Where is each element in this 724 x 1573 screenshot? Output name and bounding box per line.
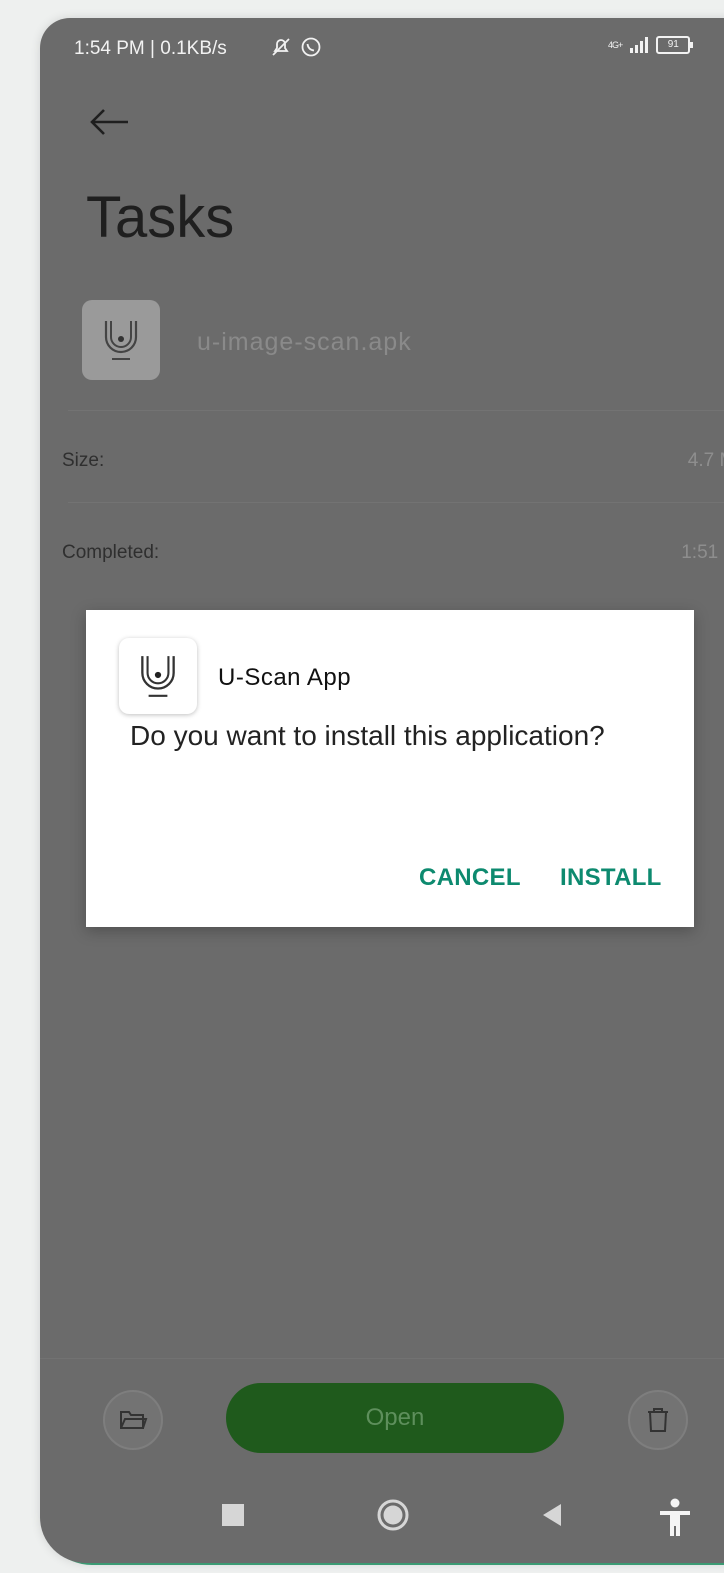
bottom-divider (40, 1358, 724, 1359)
page-title: Tasks (86, 185, 235, 250)
back-button[interactable] (86, 100, 134, 148)
arrow-left-icon (90, 109, 128, 135)
u-image-logo-icon (141, 656, 175, 697)
delete-button[interactable] (628, 1390, 688, 1450)
folder-icon (120, 1411, 148, 1429)
triangle-left-icon (543, 1504, 561, 1526)
whatsapp-icon (301, 37, 321, 57)
status-time: 1:54 PM | 0.1KB/s (74, 38, 227, 59)
dialog-message: Do you want to install this application? (130, 720, 605, 751)
nav-back-button[interactable] (540, 1502, 564, 1533)
size-label: Size: (62, 450, 105, 471)
app-tile (82, 300, 160, 380)
size-value: 4.7 MB (687, 450, 724, 471)
completed-value: 1:51 PM (681, 542, 724, 563)
file-name: u-image-scan.apk (197, 328, 412, 356)
home-button[interactable] (376, 1498, 410, 1537)
accessibility-icon (660, 1498, 690, 1536)
battery-icon: 91 (656, 36, 694, 54)
dialog-app-icon (119, 638, 197, 714)
install-button[interactable]: INSTALL (560, 864, 662, 892)
u-image-logo-icon (104, 321, 138, 360)
status-notification-icons (270, 36, 322, 58)
accessibility-button[interactable] (658, 1498, 692, 1543)
open-folder-button[interactable] (103, 1390, 163, 1450)
network-type: 4G+ (608, 39, 623, 50)
circle-icon (377, 1499, 409, 1531)
signal-bars-icon (630, 37, 649, 53)
navigation-bar (40, 1488, 724, 1548)
install-dialog: U-Scan App Do you want to install this a… (86, 610, 694, 927)
cancel-button[interactable]: CANCEL (419, 864, 521, 892)
recents-button[interactable] (220, 1502, 246, 1533)
divider (68, 410, 724, 411)
divider (68, 502, 724, 503)
square-icon (222, 1504, 244, 1526)
muted-bell-icon (272, 38, 290, 56)
open-button[interactable]: Open (226, 1383, 564, 1453)
dialog-app-name: U-Scan App (218, 664, 352, 691)
status-system-icons: 4G+ 91 (608, 36, 694, 54)
status-bar: 1:54 PM | 0.1KB/s 4G+ 91 (40, 18, 724, 78)
trash-icon (648, 1408, 668, 1432)
completed-label: Completed: (62, 542, 160, 563)
